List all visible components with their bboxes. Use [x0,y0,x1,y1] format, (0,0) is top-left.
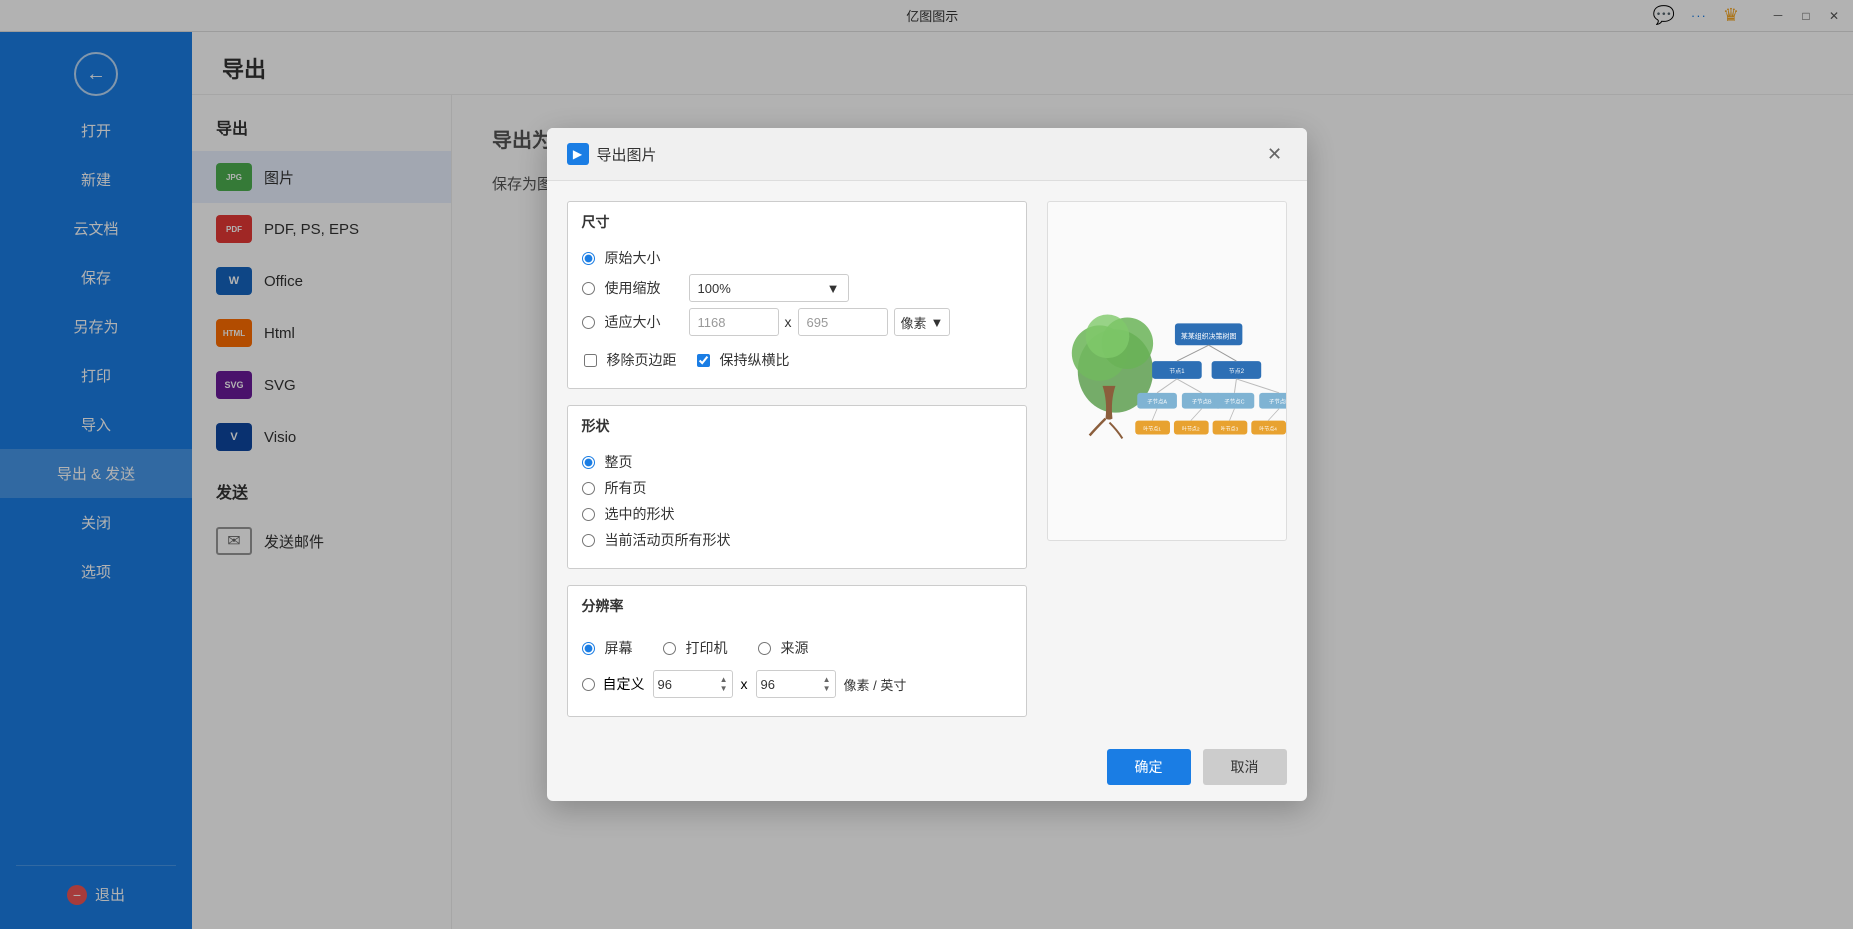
screen-radio[interactable] [582,642,595,655]
svg-text:子节点B: 子节点B [1191,399,1211,406]
svg-text:子节点C: 子节点C [1224,399,1244,406]
active-shapes-label: 当前活动页所有形状 [605,530,731,550]
custom-width-input[interactable]: 96 ▲▼ [653,670,733,698]
zoom-select-arrow: ▼ [827,281,840,296]
cancel-button[interactable]: 取消 [1203,749,1287,785]
unit-arrow: ▼ [931,315,944,330]
svg-text:节点2: 节点2 [1228,367,1243,375]
adapt-size-radio[interactable] [582,316,595,329]
modal-footer: 确定 取消 [547,737,1307,801]
custom-res-row: 自定义 96 ▲▼ x 96 ▲▼ [582,670,1012,698]
zoom-size-label: 使用缩放 [605,278,661,298]
zoom-size-row: 使用缩放 100% ▼ [582,274,1012,302]
resolution-radios: 屏幕 打印机 来源 [582,632,1012,664]
export-dialog: ▶ 导出图片 ✕ 尺寸 原始大小 [547,128,1307,801]
x-separator: x [785,314,792,330]
original-size-label: 原始大小 [605,248,661,268]
adapt-size-row: 适应大小 x 像素 ▼ [582,308,1012,336]
svg-text:叶节点2: 叶节点2 [1182,426,1200,433]
original-size-row: 原始大小 [582,248,1012,268]
height-spin-arrows[interactable]: ▲▼ [823,675,831,693]
modal-close-button[interactable]: ✕ [1263,142,1287,166]
resolution-section: 分辨率 屏幕 打印机 [567,585,1027,717]
size-section: 尺寸 原始大小 使用缩放 100% ▼ [567,201,1027,389]
svg-text:叶节点3: 叶节点3 [1220,426,1238,433]
shape-label: 形状 [568,406,1026,440]
original-size-radio[interactable] [582,252,595,265]
shape-section: 形状 整页 所有页 选中的形状 [567,405,1027,569]
all-pages-radio[interactable] [582,482,595,495]
custom-res-label: 自定义 [603,674,645,694]
screen-label: 屏幕 [605,638,633,658]
shape-content: 整页 所有页 选中的形状 当前活动页所有形状 [568,440,1026,568]
modal-header: ▶ 导出图片 ✕ [547,128,1307,181]
zoom-size-radio[interactable] [582,282,595,295]
svg-text:子节点A: 子节点A [1147,399,1167,406]
unit-select[interactable]: 像素 ▼ [894,308,951,336]
height-input[interactable] [798,308,888,336]
svg-text:子节点D: 子节点D [1268,399,1285,406]
tree-diagram-svg: 某某组织决策树图 节点1 节点2 子节点A 子节点B [1048,202,1286,540]
modal-title: ▶ 导出图片 [567,143,657,165]
screen-res-row: 屏幕 [582,638,633,658]
zoom-select[interactable]: 100% ▼ [689,274,849,302]
zoom-select-container: 100% ▼ [689,274,849,302]
custom-height-input[interactable]: 96 ▲▼ [756,670,836,698]
margin-ratio-row: 移除页边距 保持纵横比 [582,344,1012,376]
resolution-content: 屏幕 打印机 来源 [568,620,1026,716]
all-pages-row: 所有页 [582,478,1012,498]
dialog-title-icon: ▶ [567,143,589,165]
remove-margin-checkbox[interactable] [584,354,597,367]
svg-text:叶节点1: 叶节点1 [1143,426,1161,433]
whole-page-row: 整页 [582,452,1012,472]
preview-image: 某某组织决策树图 节点1 节点2 子节点A 子节点B [1047,201,1287,541]
keep-ratio-checkbox[interactable] [697,354,710,367]
adapt-size-label: 适应大小 [605,312,661,332]
active-shapes-row: 当前活动页所有形状 [582,530,1012,550]
source-radio[interactable] [758,642,771,655]
keep-ratio-row: 保持纵横比 [697,350,790,370]
whole-page-label: 整页 [605,452,633,472]
adapt-size-inputs: x 像素 ▼ [689,308,951,336]
keep-ratio-label: 保持纵横比 [720,350,790,370]
selected-label: 选中的形状 [605,504,675,524]
res-x-separator: x [741,676,748,692]
printer-label: 打印机 [686,638,728,658]
modal-preview: 某某组织决策树图 节点1 节点2 子节点A 子节点B [1047,201,1287,717]
printer-res-row: 打印机 [663,638,728,658]
width-spin-arrows[interactable]: ▲▼ [720,675,728,693]
resolution-label: 分辨率 [568,586,1026,620]
selected-shapes-row: 选中的形状 [582,504,1012,524]
modal-settings: 尺寸 原始大小 使用缩放 100% ▼ [567,201,1027,717]
svg-text:某某组织决策树图: 某某组织决策树图 [1180,331,1236,340]
all-pages-label: 所有页 [605,478,647,498]
remove-margin-row: 移除页边距 [584,350,677,370]
custom-res-radio[interactable] [582,678,595,691]
svg-text:节点1: 节点1 [1169,367,1185,375]
modal-overlay: ▶ 导出图片 ✕ 尺寸 原始大小 [0,0,1853,929]
whole-page-radio[interactable] [582,456,595,469]
res-unit: 像素 / 英寸 [844,675,907,694]
source-label: 来源 [781,638,809,658]
source-res-row: 来源 [758,638,809,658]
svg-text:叶节点4: 叶节点4 [1259,426,1277,433]
size-content: 原始大小 使用缩放 100% ▼ [568,236,1026,388]
modal-body: 尺寸 原始大小 使用缩放 100% ▼ [547,181,1307,737]
confirm-button[interactable]: 确定 [1107,749,1191,785]
remove-margin-label: 移除页边距 [607,350,677,370]
size-label: 尺寸 [568,202,1026,236]
active-shapes-radio[interactable] [582,534,595,547]
width-input[interactable] [689,308,779,336]
printer-radio[interactable] [663,642,676,655]
selected-radio[interactable] [582,508,595,521]
